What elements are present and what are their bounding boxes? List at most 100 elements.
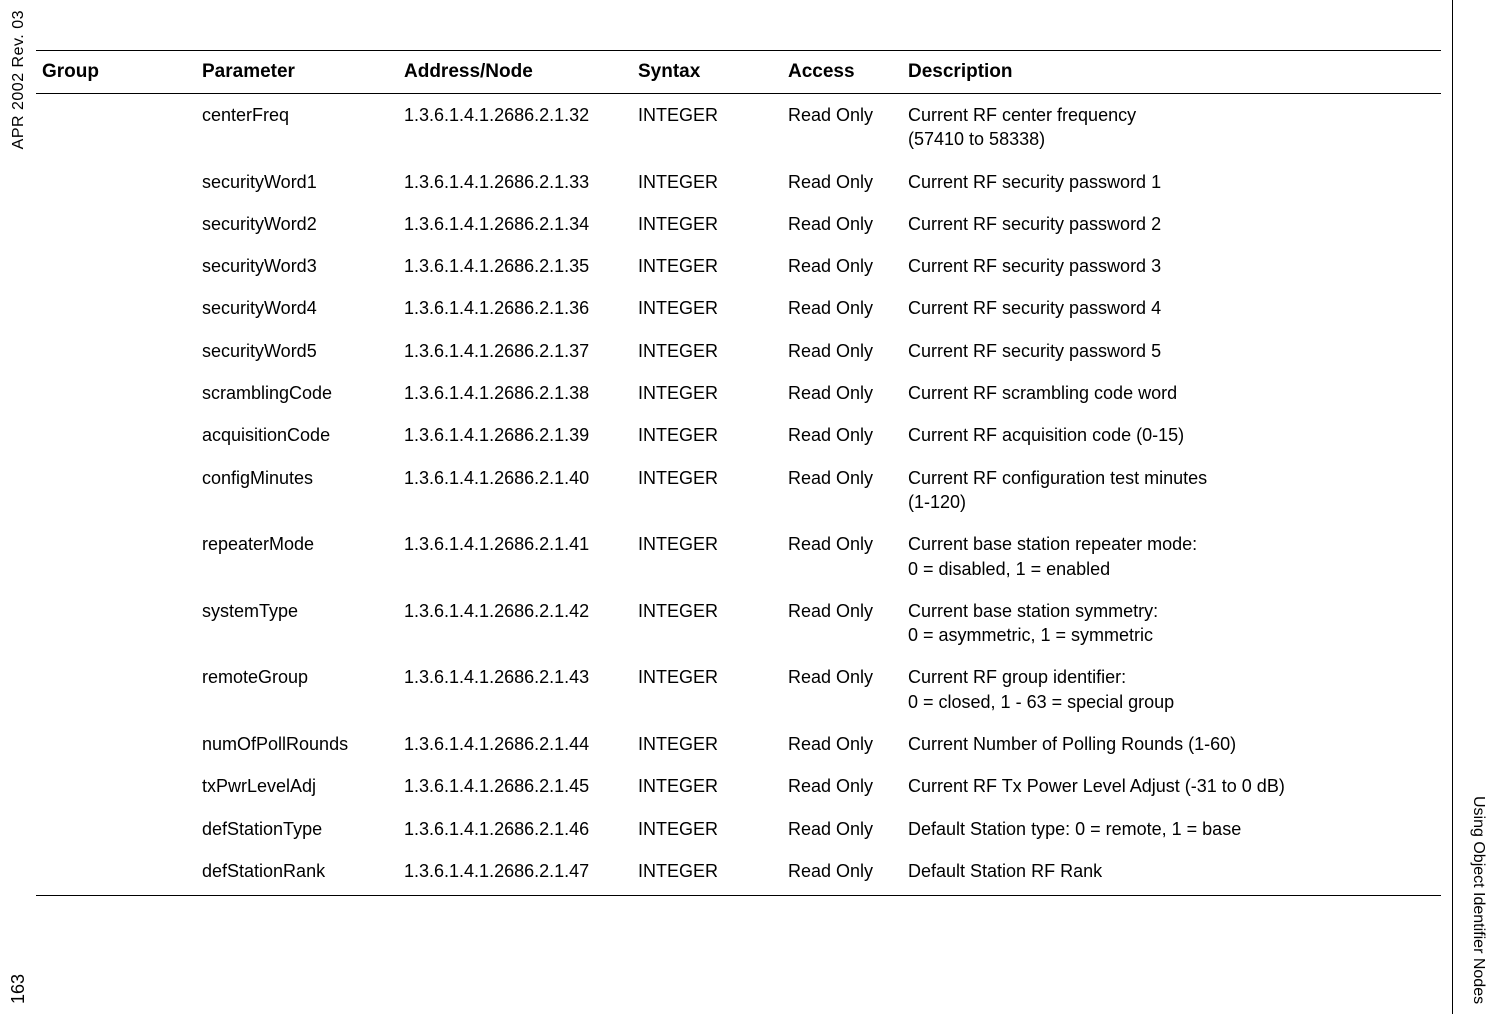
cell-parameter: defStationType — [196, 808, 398, 850]
cell-address: 1.3.6.1.4.1.2686.2.1.46 — [398, 808, 632, 850]
table-row: securityWord21.3.6.1.4.1.2686.2.1.34INTE… — [36, 203, 1441, 245]
cell-access: Read Only — [782, 287, 902, 329]
cell-description: Current RF center frequency (57410 to 58… — [902, 94, 1441, 161]
cell-address: 1.3.6.1.4.1.2686.2.1.44 — [398, 723, 632, 765]
cell-address: 1.3.6.1.4.1.2686.2.1.33 — [398, 161, 632, 203]
cell-description: Current RF acquisition code (0-15) — [902, 414, 1441, 456]
cell-syntax: INTEGER — [632, 765, 782, 807]
cell-access: Read Only — [782, 850, 902, 896]
cell-syntax: INTEGER — [632, 372, 782, 414]
cell-syntax: INTEGER — [632, 330, 782, 372]
cell-address: 1.3.6.1.4.1.2686.2.1.38 — [398, 372, 632, 414]
cell-parameter: securityWord3 — [196, 245, 398, 287]
cell-group — [36, 808, 196, 850]
cell-address: 1.3.6.1.4.1.2686.2.1.45 — [398, 765, 632, 807]
margin-rule — [1452, 0, 1453, 1014]
cell-access: Read Only — [782, 723, 902, 765]
margin-right: Using Object Identifier Nodes — [1469, 796, 1487, 1004]
table-header-row: Group Parameter Address/Node Syntax Acce… — [36, 51, 1441, 94]
cell-access: Read Only — [782, 330, 902, 372]
margin-left-top: APR 2002 Rev. 03 — [10, 10, 28, 149]
cell-parameter: securityWord1 — [196, 161, 398, 203]
cell-access: Read Only — [782, 523, 902, 590]
cell-description: Current RF configuration test minutes (1… — [902, 457, 1441, 524]
cell-address: 1.3.6.1.4.1.2686.2.1.36 — [398, 287, 632, 329]
cell-parameter: txPwrLevelAdj — [196, 765, 398, 807]
table-row: scramblingCode1.3.6.1.4.1.2686.2.1.38INT… — [36, 372, 1441, 414]
cell-description: Current RF group identifier: 0 = closed,… — [902, 656, 1441, 723]
cell-syntax: INTEGER — [632, 723, 782, 765]
table-row: repeaterMode1.3.6.1.4.1.2686.2.1.41INTEG… — [36, 523, 1441, 590]
cell-group — [36, 372, 196, 414]
cell-group — [36, 523, 196, 590]
cell-description: Current RF scrambling code word — [902, 372, 1441, 414]
cell-address: 1.3.6.1.4.1.2686.2.1.42 — [398, 590, 632, 657]
table-row: remoteGroup1.3.6.1.4.1.2686.2.1.43INTEGE… — [36, 656, 1441, 723]
cell-group — [36, 203, 196, 245]
cell-address: 1.3.6.1.4.1.2686.2.1.47 — [398, 850, 632, 896]
table-row: defStationType1.3.6.1.4.1.2686.2.1.46INT… — [36, 808, 1441, 850]
cell-group — [36, 590, 196, 657]
cell-address: 1.3.6.1.4.1.2686.2.1.32 — [398, 94, 632, 161]
cell-syntax: INTEGER — [632, 808, 782, 850]
cell-parameter: repeaterMode — [196, 523, 398, 590]
cell-parameter: centerFreq — [196, 94, 398, 161]
cell-parameter: securityWord2 — [196, 203, 398, 245]
table-row: securityWord11.3.6.1.4.1.2686.2.1.33INTE… — [36, 161, 1441, 203]
cell-access: Read Only — [782, 161, 902, 203]
cell-syntax: INTEGER — [632, 203, 782, 245]
cell-group — [36, 765, 196, 807]
cell-description: Current RF security password 4 — [902, 287, 1441, 329]
cell-description: Current base station symmetry: 0 = asymm… — [902, 590, 1441, 657]
cell-group — [36, 330, 196, 372]
cell-access: Read Only — [782, 765, 902, 807]
table-row: securityWord31.3.6.1.4.1.2686.2.1.35INTE… — [36, 245, 1441, 287]
table-row: centerFreq1.3.6.1.4.1.2686.2.1.32INTEGER… — [36, 94, 1441, 161]
cell-address: 1.3.6.1.4.1.2686.2.1.37 — [398, 330, 632, 372]
cell-description: Default Station RF Rank — [902, 850, 1441, 896]
mib-table-wrapper: Group Parameter Address/Node Syntax Acce… — [36, 50, 1441, 896]
cell-parameter: systemType — [196, 590, 398, 657]
cell-address: 1.3.6.1.4.1.2686.2.1.40 — [398, 457, 632, 524]
cell-parameter: numOfPollRounds — [196, 723, 398, 765]
cell-description: Current Number of Polling Rounds (1-60) — [902, 723, 1441, 765]
cell-parameter: remoteGroup — [196, 656, 398, 723]
cell-address: 1.3.6.1.4.1.2686.2.1.35 — [398, 245, 632, 287]
col-header-address: Address/Node — [398, 51, 632, 94]
cell-syntax: INTEGER — [632, 656, 782, 723]
cell-group — [36, 457, 196, 524]
table-row: configMinutes1.3.6.1.4.1.2686.2.1.40INTE… — [36, 457, 1441, 524]
cell-access: Read Only — [782, 414, 902, 456]
cell-parameter: configMinutes — [196, 457, 398, 524]
cell-syntax: INTEGER — [632, 94, 782, 161]
table-row: systemType1.3.6.1.4.1.2686.2.1.42INTEGER… — [36, 590, 1441, 657]
cell-address: 1.3.6.1.4.1.2686.2.1.43 — [398, 656, 632, 723]
cell-syntax: INTEGER — [632, 457, 782, 524]
cell-syntax: INTEGER — [632, 523, 782, 590]
cell-description: Current RF security password 2 — [902, 203, 1441, 245]
table-row: acquisitionCode1.3.6.1.4.1.2686.2.1.39IN… — [36, 414, 1441, 456]
cell-group — [36, 245, 196, 287]
mib-table: Group Parameter Address/Node Syntax Acce… — [36, 50, 1441, 896]
cell-description: Current base station repeater mode: 0 = … — [902, 523, 1441, 590]
cell-access: Read Only — [782, 590, 902, 657]
cell-address: 1.3.6.1.4.1.2686.2.1.41 — [398, 523, 632, 590]
cell-address: 1.3.6.1.4.1.2686.2.1.39 — [398, 414, 632, 456]
cell-access: Read Only — [782, 656, 902, 723]
cell-access: Read Only — [782, 808, 902, 850]
cell-group — [36, 414, 196, 456]
cell-group — [36, 656, 196, 723]
page: APR 2002 Rev. 03 163 Using Object Identi… — [0, 0, 1497, 1014]
page-number: 163 — [8, 974, 29, 1004]
cell-syntax: INTEGER — [632, 161, 782, 203]
cell-access: Read Only — [782, 372, 902, 414]
cell-parameter: securityWord5 — [196, 330, 398, 372]
col-header-group: Group — [36, 51, 196, 94]
cell-parameter: acquisitionCode — [196, 414, 398, 456]
table-row: txPwrLevelAdj1.3.6.1.4.1.2686.2.1.45INTE… — [36, 765, 1441, 807]
cell-syntax: INTEGER — [632, 590, 782, 657]
cell-group — [36, 94, 196, 161]
cell-access: Read Only — [782, 94, 902, 161]
cell-description: Current RF Tx Power Level Adjust (-31 to… — [902, 765, 1441, 807]
col-header-syntax: Syntax — [632, 51, 782, 94]
